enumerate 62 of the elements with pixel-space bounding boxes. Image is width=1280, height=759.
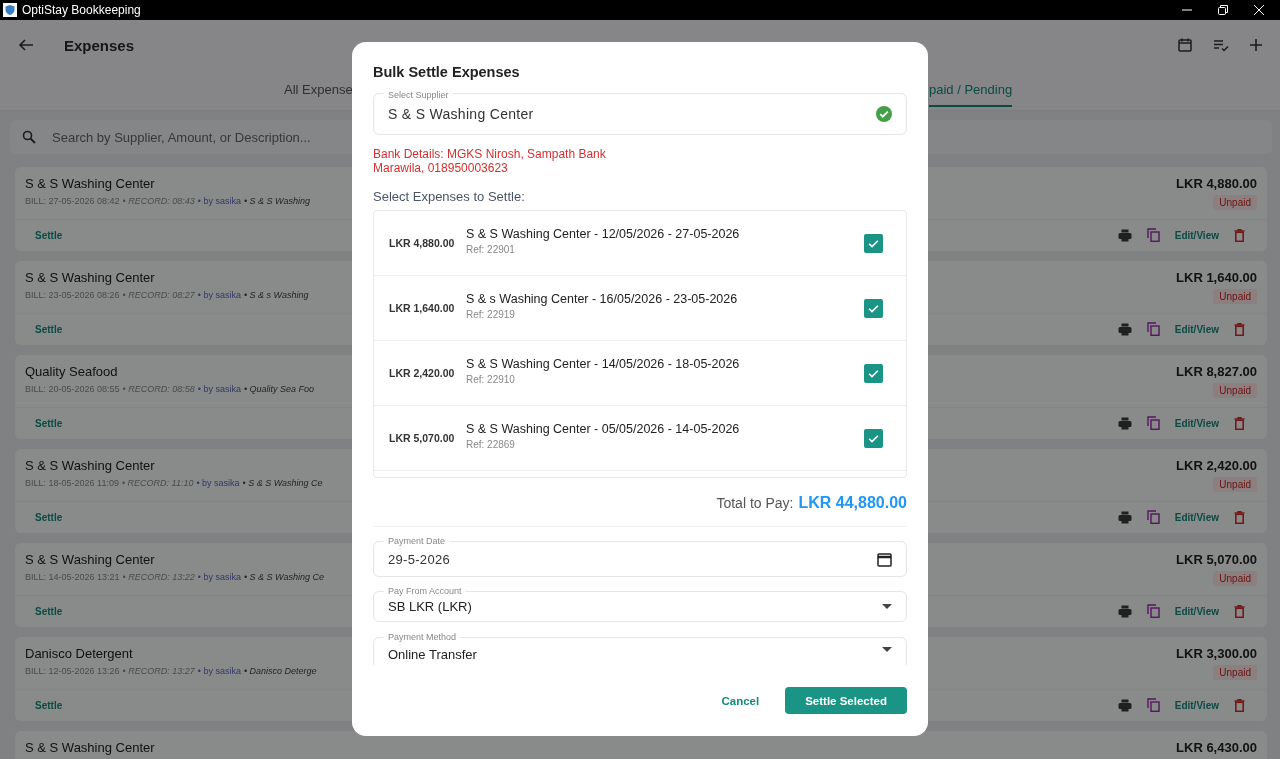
expense-amount: LKR 1,640.00 <box>1176 270 1257 285</box>
bill-date: BILL: 14-05-2026 13:21 <box>25 572 120 582</box>
expense-description: • S & s Washing <box>243 290 309 300</box>
item-title: S & S Washing Center - 14/05/2026 - 18-05-2026 <box>466 357 741 371</box>
bank-details: Bank Details: MGKS Nirosh, Sampath Bank <box>373 147 607 161</box>
record-time: • RECORD: 13:22 <box>122 572 195 582</box>
bill-date: BILL: 20-05-2026 08:55 <box>25 384 120 394</box>
item-ref: Ref: 22910 <box>466 374 516 385</box>
supplier-name: S & S Washing Center <box>25 552 156 567</box>
status-badge: Unpaid <box>1213 195 1257 210</box>
record-time: • RECORD: 08:27 <box>122 290 195 300</box>
bill-date: BILL: 18-05-2026 11:09 <box>25 478 119 488</box>
user-name: • by sasika <box>197 290 241 300</box>
user-name: • by sasika <box>197 384 241 394</box>
user-name: • by sasika <box>197 196 241 206</box>
bank-details: Marawila, 018950003623 <box>373 161 509 175</box>
expense-amount: LKR 8,827.00 <box>1176 364 1257 379</box>
expense-description: • S & S Washing Ce <box>243 572 324 582</box>
bill-date: BILL: 27-05-2026 08:42 <box>25 196 120 206</box>
status-badge: Unpaid <box>1213 477 1257 492</box>
bill-date: BILL: 23-05-2026 08:26 <box>25 290 120 300</box>
item-ref: Ref: 22869 <box>466 439 516 450</box>
status-badge: Unpaid <box>1213 289 1257 304</box>
expense-description: • Danisco Deterge <box>243 666 317 676</box>
record-time: • RECORD: 13:27 <box>122 666 195 676</box>
item-amount: LKR 1,640.00 <box>389 302 456 314</box>
user-name: • by sasika <box>197 666 241 676</box>
item-title: S & S Washing Center - 12/05/2026 - 27-05-2026 <box>466 227 741 241</box>
user-name: • by sasika <box>196 478 240 488</box>
expense-description: • Quality Sea Foo <box>243 384 315 394</box>
supplier-name: Danisco Detergent <box>25 646 134 661</box>
expense-amount: LKR 5,070.00 <box>1176 552 1257 567</box>
bill-date: BILL: 12-05-2026 13:26 <box>25 666 120 676</box>
supplier-name: Quality Seafood <box>25 364 119 379</box>
item-amount: LKR 2,420.00 <box>389 367 456 379</box>
supplier-name: S & S Washing Center <box>25 458 156 473</box>
item-title: S & s Washing Center - 16/05/2026 - 23-05-2026 <box>466 292 739 306</box>
status-badge: Unpaid <box>1213 571 1257 586</box>
expense-amount: LKR 3,300.00 <box>1176 646 1257 661</box>
expense-amount: LKR 2,420.00 <box>1176 458 1257 473</box>
item-amount: LKR 5,070.00 <box>389 432 456 444</box>
page-title: Expenses <box>64 36 135 54</box>
item-ref: Ref: 22901 <box>466 244 516 255</box>
item-amount: LKR 4,880.00 <box>389 237 456 249</box>
expense-amount: LKR 4,880.00 <box>1176 176 1257 191</box>
expense-description: • S & S Washing Ce <box>242 478 323 488</box>
supplier-name: S & S Washing Center <box>25 740 155 755</box>
status-badge: Unpaid <box>1213 665 1257 680</box>
total-amount: LKR 44,880.00 <box>798 494 907 512</box>
status-badge: Unpaid <box>1213 383 1257 398</box>
supplier-name: S & S Washing Center <box>25 176 156 191</box>
total-label: Total to Pay: <box>716 495 794 511</box>
item-ref: Ref: 22919 <box>466 309 516 320</box>
supplier-name: S & S Washing Center <box>25 270 156 285</box>
section-label: Select Expenses to Settle: <box>373 189 526 204</box>
record-time: • RECORD: 11:10 <box>121 478 194 488</box>
expense-description: • S & S Washing <box>243 196 310 206</box>
item-title: S & S Washing Center - 05/05/2026 - 14-05-2026 <box>466 422 741 436</box>
user-name: • by sasika <box>197 572 241 582</box>
expense-amount: LKR 6,430.00 <box>1176 740 1257 755</box>
window-title: OptiStay Bookkeeping <box>22 3 141 17</box>
dialog-title: Bulk Settle Expenses <box>373 64 521 80</box>
